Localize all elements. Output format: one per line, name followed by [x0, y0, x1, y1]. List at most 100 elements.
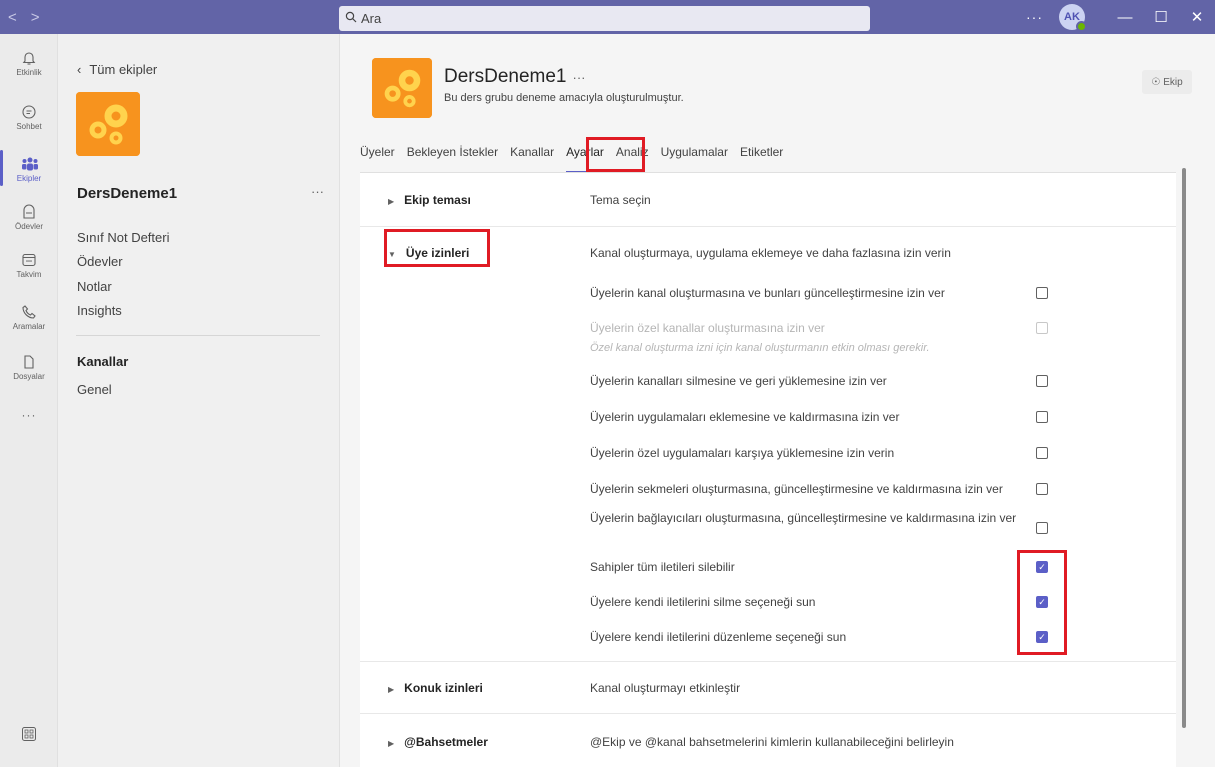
section-mentions[interactable]: ▶ @Bahsetmeler @Ekip ve @kanal bahsetmele…	[360, 714, 1176, 767]
team-header-image	[372, 58, 432, 118]
checkbox-private-channels[interactable]	[1036, 322, 1048, 334]
checkbox-add-apps[interactable]	[1036, 411, 1048, 423]
section-description: @Ekip ve @kanal bahsetmelerini kimlerin …	[590, 735, 954, 749]
section-title-text: Ekip teması	[404, 193, 471, 207]
rail-item-calls[interactable]: Aramalar	[0, 304, 58, 331]
page-title: DersDeneme1 ···	[444, 66, 586, 88]
section-title: ▶ @Bahsetmeler	[388, 735, 488, 749]
team-link-assignments[interactable]: Ödevler	[77, 254, 123, 269]
avatar[interactable]: AK	[1059, 4, 1087, 32]
checkmark-icon: ✓	[1038, 562, 1046, 572]
section-team-theme[interactable]: ▶ Ekip teması Tema seçin	[360, 173, 1176, 227]
more-apps-icon[interactable]: ···	[0, 408, 58, 422]
caret-right-icon: ▶	[388, 197, 395, 206]
option-label: Üyelerin özel kanallar oluşturmasına izi…	[590, 321, 825, 335]
team-more-options-icon[interactable]: ···	[311, 184, 324, 199]
team-link-class-notebook[interactable]: Sınıf Not Defteri	[77, 230, 169, 245]
section-description: Kanal oluşturmayı etkinleştir	[590, 681, 741, 695]
option-label: Üyelerin bağlayıcıları oluşturmasına, gü…	[590, 511, 1017, 525]
rail-item-chat[interactable]: Sohbet	[0, 104, 58, 131]
more-options-icon[interactable]: ···	[1026, 9, 1043, 25]
checkbox-members-delete-messages[interactable]: ✓	[1036, 596, 1048, 608]
assignments-icon	[21, 204, 37, 220]
option-label: Üyelerin kanal oluşturmasına ve bunları …	[590, 286, 945, 300]
team-description: Bu ders grubu deneme amacıyla oluşturulm…	[444, 92, 684, 104]
forward-arrow-icon[interactable]: >	[31, 9, 40, 26]
all-teams-back-link[interactable]: ‹ Tüm ekipler	[77, 62, 157, 77]
checkbox-manage-tabs[interactable]	[1036, 483, 1048, 495]
gears-icon	[372, 58, 432, 118]
maximize-icon[interactable]: ☐	[1143, 8, 1179, 26]
rail-label: Etkinlik	[16, 68, 42, 77]
section-guest-permissions[interactable]: ▶ Konuk izinleri Kanal oluşturmayı etkinl…	[360, 662, 1176, 714]
files-icon	[21, 354, 37, 370]
close-icon[interactable]: ✕	[1179, 8, 1215, 26]
rail-item-calendar[interactable]: Takvim	[0, 252, 58, 279]
tab-apps[interactable]: Uygulamalar	[661, 145, 728, 167]
back-arrow-icon[interactable]: <	[8, 9, 17, 26]
tab-members[interactable]: Üyeler	[360, 145, 395, 167]
team-image[interactable]	[76, 92, 140, 156]
section-description: Tema seçin	[590, 193, 651, 207]
option-label: Üyelerin özel uygulamaları karşıya yükle…	[590, 446, 895, 460]
teams-icon	[21, 156, 38, 172]
presence-available-icon	[1076, 21, 1087, 32]
search-input[interactable]: Ara	[339, 6, 870, 31]
checkbox-members-edit-messages[interactable]: ✓	[1036, 631, 1048, 643]
eye-icon: ☉	[1151, 76, 1161, 88]
tab-tags[interactable]: Etiketler	[740, 145, 783, 167]
section-title-text: Konuk izinleri	[404, 681, 483, 695]
rail-label: Aramalar	[12, 322, 46, 331]
rail-label: Dosyalar	[13, 372, 45, 381]
section-description: Kanal oluşturmaya, uygulama eklemeye ve …	[590, 246, 951, 260]
checkbox-owners-delete-messages[interactable]: ✓	[1036, 561, 1048, 573]
rail-label: Sohbet	[16, 122, 42, 131]
channel-general[interactable]: Genel	[77, 382, 112, 397]
checkmark-icon: ✓	[1038, 597, 1046, 607]
checkbox-delete-channels[interactable]	[1036, 375, 1048, 387]
titlebar-controls: ··· AK — ☐ ✕	[1026, 0, 1215, 34]
chevron-left-icon: ‹	[77, 62, 82, 77]
option-label: Üyelerin kanalları silmesine ve geri yük…	[590, 374, 887, 388]
checkbox-create-channels[interactable]	[1036, 287, 1048, 299]
team-name: DersDeneme1	[77, 185, 178, 202]
search-icon	[345, 11, 357, 26]
caret-right-icon: ▶	[388, 685, 395, 694]
checkbox-upload-custom-apps[interactable]	[1036, 447, 1048, 459]
rail-item-files[interactable]: Dosyalar	[0, 354, 58, 381]
search-placeholder: Ara	[361, 11, 382, 26]
team-link-insights[interactable]: Insights	[77, 303, 122, 318]
rail-item-activity[interactable]: Etkinlik	[0, 50, 58, 77]
tab-channels[interactable]: Kanallar	[510, 145, 554, 167]
history-nav: < >	[8, 0, 40, 34]
team-view-button[interactable]: ☉ Ekip	[1142, 70, 1192, 94]
app-rail: Etkinlik Sohbet Ekipler Ödevler Takvim A…	[0, 34, 58, 767]
main-content: DersDeneme1 ··· Bu ders grubu deneme amac…	[341, 34, 1215, 767]
team-link-grades[interactable]: Notlar	[77, 279, 112, 294]
title-more-options-icon[interactable]: ···	[573, 70, 586, 85]
scrollbar[interactable]	[1182, 168, 1186, 728]
rail-item-apps[interactable]	[0, 726, 58, 744]
option-label: Sahipler tüm iletileri silebilir	[590, 560, 735, 574]
bell-icon	[21, 50, 37, 66]
phone-icon	[21, 304, 37, 320]
team-view-label: Ekip	[1163, 76, 1183, 88]
tab-settings[interactable]: Ayarlar	[566, 145, 604, 173]
team-tabs: Üyeler Bekleyen İstekler Kanallar Ayarla…	[360, 145, 795, 173]
team-panel: ‹ Tüm ekipler DersDeneme1 ··· Sınıf Not D…	[58, 34, 340, 767]
rail-label: Ekipler	[16, 174, 42, 183]
apps-grid-icon	[21, 726, 37, 742]
tab-pending-requests[interactable]: Bekleyen İstekler	[407, 145, 498, 167]
rail-item-teams[interactable]: Ekipler	[0, 156, 58, 183]
minimize-icon[interactable]: —	[1107, 9, 1143, 26]
caret-down-icon: ▼	[388, 250, 396, 259]
rail-label: Takvim	[16, 270, 42, 279]
tab-analytics[interactable]: Analiz	[616, 145, 649, 167]
section-member-permissions: ▼ Üye izinleri Kanal oluşturmaya, uygulam…	[360, 227, 1176, 662]
caret-right-icon: ▶	[388, 739, 395, 748]
divider	[76, 335, 320, 336]
checkbox-manage-connectors[interactable]	[1036, 522, 1048, 534]
section-title[interactable]: ▼ Üye izinleri	[388, 246, 469, 260]
team-title: DersDeneme1	[444, 66, 567, 87]
rail-item-assignments[interactable]: Ödevler	[0, 204, 58, 231]
